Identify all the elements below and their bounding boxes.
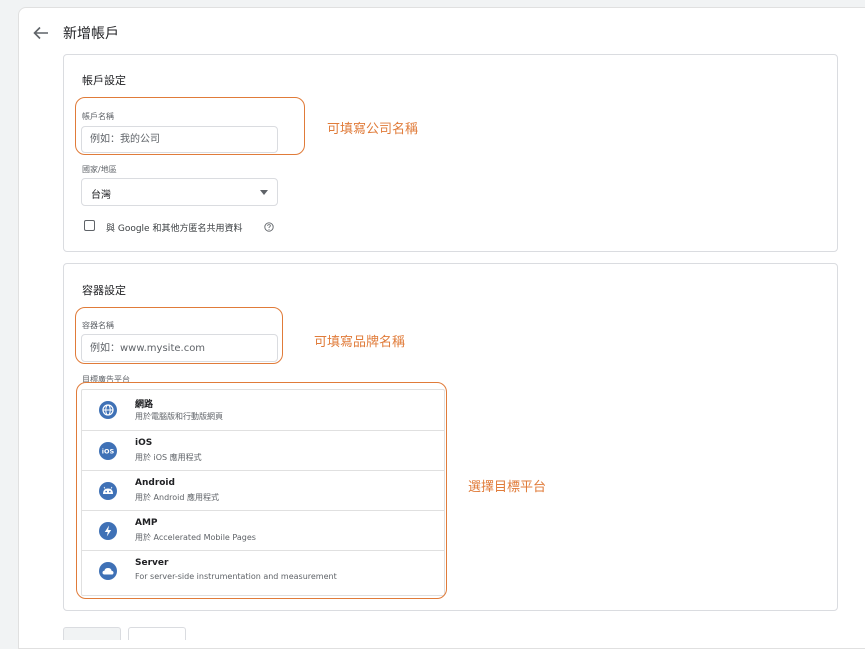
annotation-brand-name: 可填寫品牌名稱	[314, 335, 406, 350]
create-button[interactable]	[63, 627, 121, 640]
back-arrow-icon[interactable]	[33, 26, 49, 40]
annotation-highlight-account-name	[75, 97, 305, 155]
annotation-highlight-platform-list	[76, 382, 447, 599]
cancel-button[interactable]	[128, 627, 186, 640]
page-title: 新增帳戶	[63, 26, 119, 42]
account-settings-title: 帳戶設定	[82, 74, 126, 87]
country-label: 國家/地區	[82, 165, 117, 174]
dropdown-arrow-icon	[260, 190, 268, 195]
country-select-value: 台灣	[91, 190, 111, 201]
share-data-checkbox[interactable]	[84, 220, 95, 231]
container-settings-title: 容器設定	[82, 284, 126, 297]
annotation-highlight-container-name	[75, 307, 283, 364]
help-icon[interactable]	[264, 222, 274, 232]
annotation-company-name: 可填寫公司名稱	[327, 122, 419, 137]
country-select[interactable]: 台灣	[81, 178, 278, 206]
annotation-select-platform: 選擇目標平台	[468, 480, 547, 495]
share-data-label: 與 Google 和其他方匿名共用資料	[106, 224, 243, 234]
